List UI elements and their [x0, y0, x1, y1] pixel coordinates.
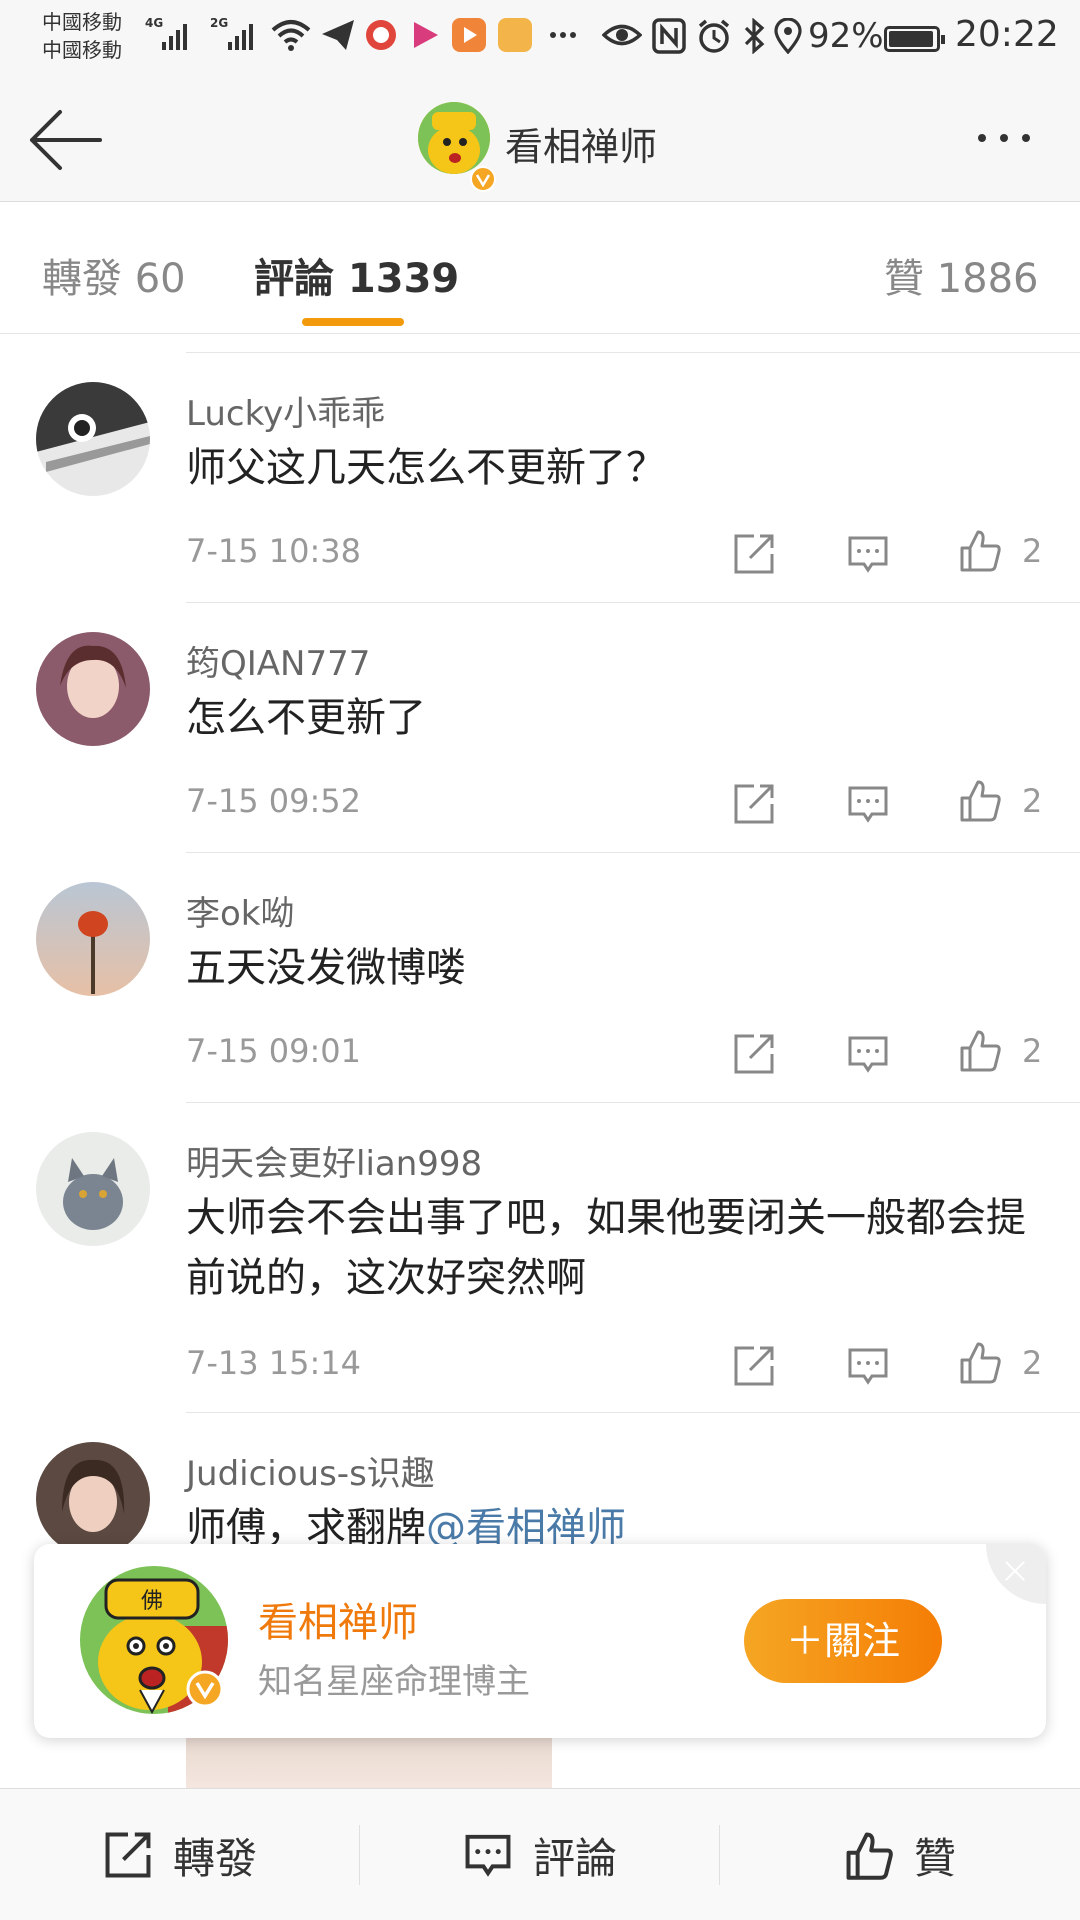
comment-button[interactable]: 評論 [360, 1789, 720, 1920]
card-name[interactable]: 看相禅师 [258, 1590, 418, 1648]
like-label: 贊 [913, 1833, 956, 1883]
divider [186, 352, 1080, 353]
repost-button[interactable]: 轉發 [0, 1789, 360, 1920]
verified-badge-icon [186, 1670, 224, 1708]
comment-icon [465, 1834, 511, 1877]
bluetooth-icon [744, 18, 765, 54]
weibo-app-icon [366, 20, 396, 50]
divider [186, 1412, 1080, 1413]
app-icon [498, 18, 532, 52]
divider [186, 602, 1080, 603]
eye-icon [602, 24, 642, 46]
like-icon[interactable] [958, 778, 1002, 822]
tab-reposts[interactable]: 轉發 60 [42, 246, 186, 304]
youku-icon [414, 22, 438, 48]
like-icon [846, 1832, 893, 1880]
avatar[interactable] [36, 1132, 150, 1246]
reply-icon[interactable] [846, 1032, 890, 1076]
nav-avatar[interactable] [418, 102, 490, 174]
repost-icon[interactable] [732, 1032, 776, 1076]
like-icon[interactable] [958, 1028, 1002, 1072]
card-description: 知名星座命理博主 [258, 1662, 530, 1702]
avatar[interactable] [36, 382, 150, 496]
comment-time: 7-15 10:38 [186, 532, 362, 570]
comment-text: 师父这几天怎么不更新了？ [186, 445, 666, 491]
comment-author[interactable]: Judicious-s识趣 [186, 1446, 435, 1495]
clock: 20:22 [955, 14, 1059, 55]
like-count: 2 [1022, 782, 1043, 820]
reply-icon[interactable] [846, 1344, 890, 1388]
carrier-2: 中國移動 [42, 38, 122, 62]
comment-author[interactable]: Lucky小乖乖 [186, 386, 385, 435]
follow-button[interactable]: ＋關注 [744, 1599, 942, 1683]
like-button[interactable]: 贊 [720, 1789, 1080, 1920]
avatar-photo-icon [36, 382, 150, 496]
like-count: 2 [1022, 1344, 1043, 1382]
more-notifications-icon [550, 32, 576, 38]
carrier-labels: 中國移動 中國移動 [42, 8, 122, 64]
avatar-photo-icon [36, 1132, 150, 1246]
battery-percent: 92% [808, 16, 884, 56]
telegram-icon [322, 20, 354, 50]
monk-avatar-icon [418, 102, 490, 174]
signal-strength-2-icon [228, 22, 253, 50]
page-title: 看相禅师 [505, 125, 658, 169]
tab-likes[interactable]: 贊 1886 [884, 246, 1039, 304]
like-icon[interactable] [958, 1340, 1002, 1384]
like-icon[interactable] [958, 528, 1002, 572]
active-tab-indicator [302, 318, 404, 326]
close-icon[interactable] [986, 1544, 1046, 1604]
signal-strength-1-icon [162, 22, 187, 50]
badge-text: 佛 [141, 1589, 163, 1614]
divider [186, 1102, 1080, 1103]
bottom-action-bar: 轉發 評論 贊 [0, 1788, 1080, 1920]
comment-author[interactable]: 筠QIAN777 [186, 636, 370, 685]
avatar[interactable] [36, 1442, 150, 1556]
avatar-photo-icon [36, 632, 150, 746]
reply-icon[interactable] [846, 782, 890, 826]
avatar-photo-icon [36, 1442, 150, 1556]
network-type-2: 2G [210, 16, 229, 30]
like-count: 2 [1022, 532, 1043, 570]
nfc-icon [652, 18, 686, 54]
comment-label: 評論 [532, 1833, 617, 1883]
avatar-photo-icon [36, 882, 150, 996]
repost-icon [105, 1832, 151, 1878]
carrier-1: 中國移動 [42, 10, 122, 34]
comment-author[interactable]: 明天会更好lian998 [186, 1136, 482, 1185]
comment-text: 怎么不更新了 [186, 695, 426, 741]
comment-image[interactable] [186, 1738, 552, 1790]
avatar[interactable] [36, 882, 150, 996]
repost-icon[interactable] [732, 532, 776, 576]
nav-bar: 看相禅师 [0, 80, 1080, 202]
repost-icon[interactable] [732, 1344, 776, 1388]
wifi-icon [271, 20, 311, 51]
location-icon [774, 18, 802, 54]
reply-icon[interactable] [846, 532, 890, 576]
like-count: 2 [1022, 1032, 1043, 1070]
more-dots-icon[interactable] [978, 134, 1030, 142]
battery-icon [884, 26, 945, 52]
alarm-icon [698, 19, 730, 53]
avatar[interactable] [36, 632, 150, 746]
comment-time: 7-15 09:01 [186, 1032, 362, 1070]
comment-text: 五天没发微博喽 [186, 945, 466, 991]
divider [186, 852, 1080, 853]
video-app-icon [452, 18, 486, 52]
follow-card: 佛 看相禅师 知名星座命理博主 ＋關注 [34, 1544, 1046, 1738]
comment-text: 大师会不会出事了吧，如果他要闭关一般都会提前说的，这次好突然啊 [186, 1195, 1026, 1301]
tab-comments[interactable]: 評論 1339 [254, 246, 459, 304]
status-bar: 中國移動 中國移動 4G 2G 92% 20:22 [0, 0, 1080, 80]
back-arrow-icon[interactable] [26, 108, 106, 172]
network-type-1: 4G [145, 16, 164, 30]
comment-time: 7-13 15:14 [186, 1344, 362, 1382]
verified-badge-icon [470, 166, 496, 192]
repost-icon[interactable] [732, 782, 776, 826]
comment-time: 7-15 09:52 [186, 782, 362, 820]
tab-bar: 轉發 60 評論 1339 贊 1886 [0, 202, 1080, 334]
comment-author[interactable]: 李ok呦 [186, 886, 295, 935]
repost-label: 轉發 [172, 1833, 257, 1883]
